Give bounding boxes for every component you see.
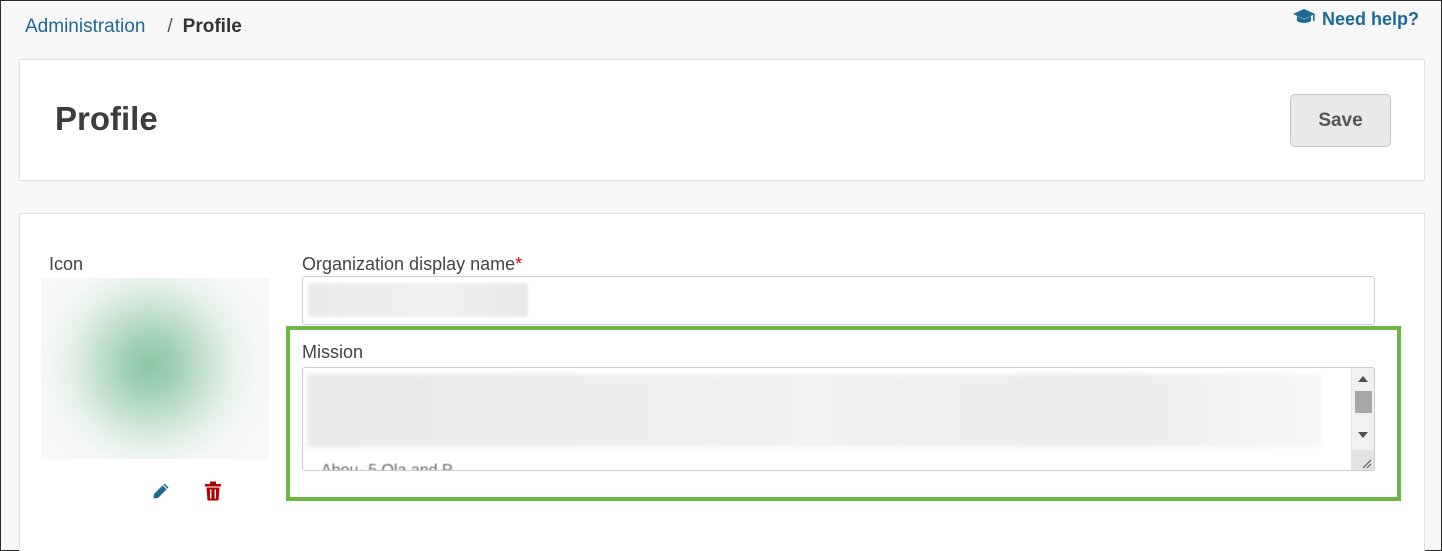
breadcrumb-current: Profile: [182, 16, 242, 37]
save-button[interactable]: Save: [1290, 94, 1391, 147]
resize-grip-icon[interactable]: [1352, 450, 1374, 470]
mission-textarea[interactable]: Abou- 5 Ola and P...: [302, 367, 1375, 471]
graduation-cap-icon: [1292, 8, 1316, 31]
scroll-down-arrow-icon[interactable]: [1358, 432, 1368, 438]
breadcrumb-separator: /: [167, 16, 173, 37]
mission-label: Mission: [302, 342, 364, 362]
page-title: Profile: [55, 100, 158, 137]
organization-icon-image: [41, 278, 269, 459]
redacted-name-value: [308, 283, 528, 317]
pencil-icon[interactable]: [150, 480, 172, 502]
scrollbar-thumb[interactable]: [1355, 391, 1372, 413]
breadcrumb: Administration / Profile: [25, 16, 242, 38]
mission-scrollbar[interactable]: [1351, 368, 1374, 470]
mission-text-peek: Abou- 5 Ola and P...: [321, 462, 464, 471]
need-help-link[interactable]: Need help?: [1292, 8, 1419, 31]
breadcrumb-administration-link[interactable]: Administration: [25, 16, 145, 38]
trash-icon[interactable]: [202, 480, 224, 502]
redacted-mission-value: [307, 374, 1322, 447]
organization-display-name-input[interactable]: [302, 276, 1375, 325]
organization-display-name-label: Organization display name*: [302, 254, 523, 274]
profile-form-card: Icon Organization display name* Mission: [19, 213, 1425, 551]
need-help-label: Need help?: [1321, 9, 1419, 29]
scroll-up-arrow-icon[interactable]: [1358, 376, 1368, 382]
page-header-card: Profile Save: [19, 59, 1425, 181]
icon-actions: [150, 480, 224, 502]
required-marker: *: [515, 254, 523, 274]
icon-label: Icon: [49, 254, 84, 274]
